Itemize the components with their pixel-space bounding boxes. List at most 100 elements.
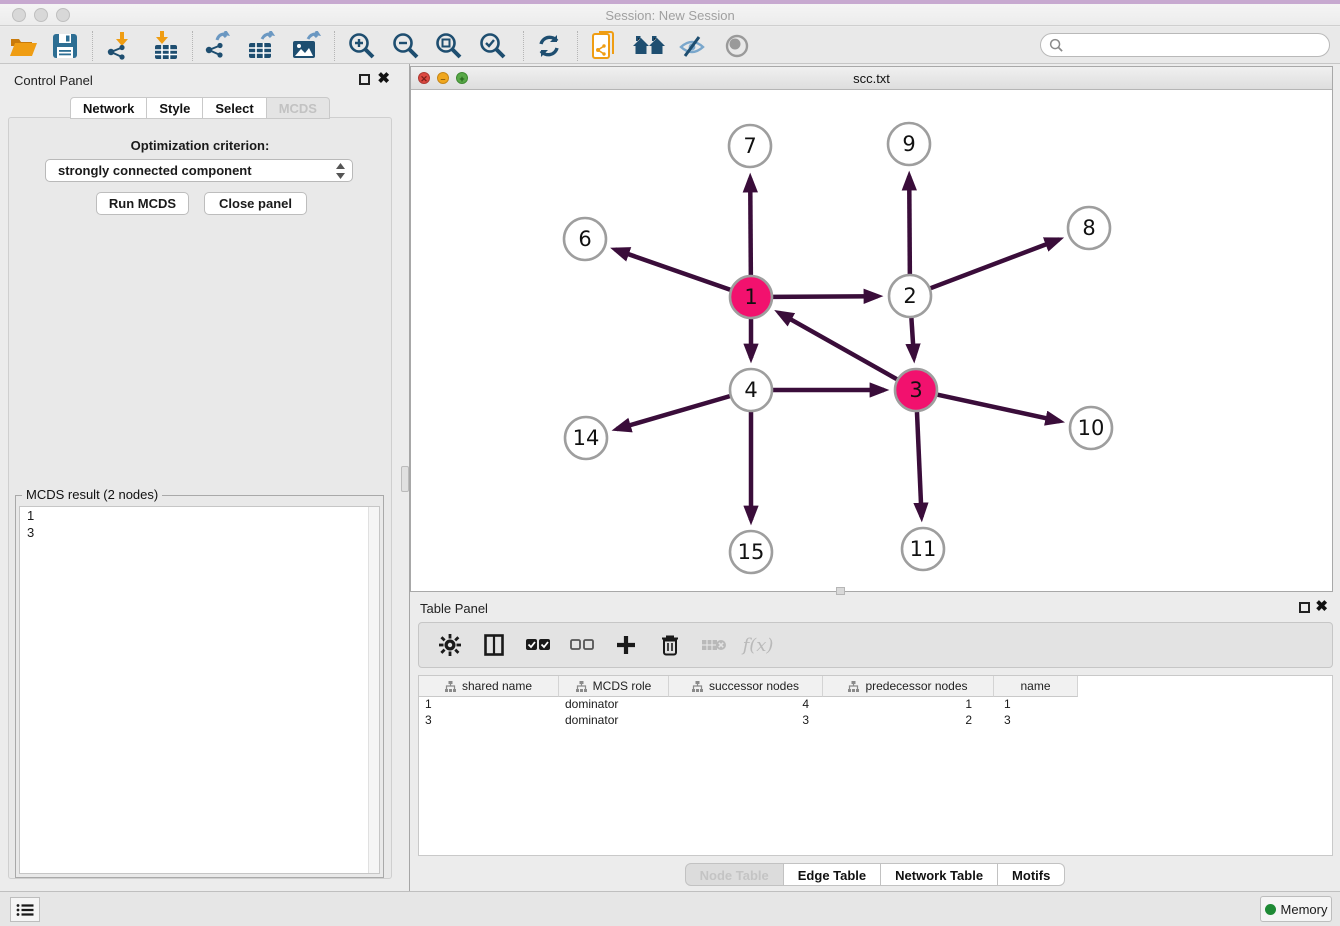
result-scrollbar[interactable] xyxy=(368,507,379,873)
add-row-button[interactable] xyxy=(611,630,641,660)
column-header-label: MCDS role xyxy=(593,679,652,693)
criterion-dropdown[interactable]: strongly connected component xyxy=(45,159,353,182)
mcds-panel: Optimization criterion: strongly connect… xyxy=(8,117,392,879)
horizontal-splitter-grip[interactable] xyxy=(836,587,845,595)
cell-successor-nodes[interactable]: 4 xyxy=(669,697,823,713)
mcds-result-list[interactable]: 13 xyxy=(19,506,380,874)
home-button[interactable] xyxy=(630,30,668,62)
edge-1-2[interactable] xyxy=(773,296,878,297)
close-table-panel-icon[interactable]: ✖ xyxy=(1315,599,1328,615)
zoom-out-button[interactable] xyxy=(387,30,425,62)
table-header-row: shared name MCDS role successor nodesprede… xyxy=(419,676,1332,697)
table-panel-title: Table Panel xyxy=(420,601,488,616)
edge-4-14[interactable] xyxy=(617,396,730,429)
list-icon xyxy=(16,903,34,917)
export-network-icon xyxy=(203,31,233,61)
export-network-button[interactable] xyxy=(199,30,237,62)
plus-icon xyxy=(615,634,637,656)
edge-3-1[interactable] xyxy=(779,313,897,379)
network-window-titlebar: ✕ – + scc.txt xyxy=(411,67,1332,90)
cell-mcds-role[interactable]: dominator xyxy=(559,713,669,729)
result-item[interactable]: 3 xyxy=(20,524,379,541)
tab-network[interactable]: Network xyxy=(70,97,147,119)
zoom-selected-button[interactable] xyxy=(474,30,512,62)
tab-motifs[interactable]: Motifs xyxy=(998,863,1065,886)
function-builder-button[interactable]: f(x) xyxy=(743,630,773,660)
cell-shared-name[interactable]: 3 xyxy=(419,713,559,729)
delete-row-button[interactable] xyxy=(655,630,685,660)
cell-successor-nodes[interactable]: 3 xyxy=(669,713,823,729)
toolbar-separator xyxy=(334,31,335,61)
table-settings-button[interactable] xyxy=(435,630,465,660)
export-table-button[interactable] xyxy=(243,30,281,62)
cell-predecessor-nodes[interactable]: 2 xyxy=(823,713,994,729)
table-row[interactable]: 3dominator323 xyxy=(419,713,1332,729)
hide-panel-button[interactable] xyxy=(673,30,711,62)
result-item[interactable]: 1 xyxy=(20,507,379,524)
import-table-button[interactable] xyxy=(147,30,185,62)
splitter-grip[interactable] xyxy=(401,466,409,492)
tab-network-table[interactable]: Network Table xyxy=(881,863,998,886)
network-canvas[interactable]: 1234678910111415 xyxy=(411,90,1332,591)
edge-3-11[interactable] xyxy=(917,412,922,517)
column-visibility-button[interactable] xyxy=(479,630,509,660)
cell-shared-name[interactable]: 1 xyxy=(419,697,559,713)
float-panel-icon[interactable] xyxy=(359,74,370,85)
column-header-shared-name[interactable]: shared name xyxy=(419,676,559,697)
tab-style[interactable]: Style xyxy=(147,97,203,119)
eye-slash-icon xyxy=(677,33,707,59)
edge-2-8[interactable] xyxy=(931,239,1060,288)
close-panel-icon[interactable]: ✖ xyxy=(377,71,390,87)
task-history-button[interactable] xyxy=(10,897,40,922)
tab-mcds[interactable]: MCDS xyxy=(267,97,330,119)
export-image-button[interactable] xyxy=(287,30,325,62)
memory-button[interactable]: Memory xyxy=(1260,896,1332,922)
column-header-successor-nodes[interactable]: successor nodes xyxy=(669,676,823,697)
run-mcds-button[interactable]: Run MCDS xyxy=(96,192,189,215)
close-panel-button[interactable]: Close panel xyxy=(204,192,307,215)
eye-icon xyxy=(722,33,752,59)
cell-name[interactable]: 1 xyxy=(994,697,1078,713)
save-session-button[interactable] xyxy=(46,30,84,62)
select-all-button[interactable] xyxy=(523,630,553,660)
zoom-fit-button[interactable] xyxy=(430,30,468,62)
attribute-icon xyxy=(445,681,456,692)
open-session-button[interactable] xyxy=(4,30,42,62)
delete-column-button[interactable] xyxy=(699,630,729,660)
show-panel-button[interactable] xyxy=(718,30,756,62)
column-header-predecessor-nodes[interactable]: predecessor nodes xyxy=(823,676,994,697)
toolbar-separator xyxy=(192,31,193,61)
network-graph[interactable]: 1234678910111415 xyxy=(411,90,1332,591)
cell-name[interactable]: 3 xyxy=(994,713,1078,729)
control-panel-title: Control Panel xyxy=(14,73,93,88)
home-icon xyxy=(631,33,667,59)
column-header-name[interactable]: name xyxy=(994,676,1078,697)
tab-node-table[interactable]: Node Table xyxy=(685,863,784,886)
tab-edge-table[interactable]: Edge Table xyxy=(784,863,881,886)
memory-label: Memory xyxy=(1281,902,1328,917)
zoom-in-button[interactable] xyxy=(343,30,381,62)
tab-select[interactable]: Select xyxy=(203,97,266,119)
node-table[interactable]: shared name MCDS role successor nodesprede… xyxy=(418,675,1333,856)
vertical-splitter[interactable] xyxy=(400,64,410,891)
cell-predecessor-nodes[interactable]: 1 xyxy=(823,697,994,713)
edge-1-7[interactable] xyxy=(750,178,751,275)
search-box[interactable] xyxy=(1040,33,1330,57)
edge-2-3[interactable] xyxy=(911,318,914,358)
table-row[interactable]: 1dominator411 xyxy=(419,697,1332,713)
node-label-11: 11 xyxy=(910,537,937,561)
import-network-button[interactable] xyxy=(101,30,139,62)
table-toolbar: f(x) xyxy=(418,622,1333,668)
edge-1-6[interactable] xyxy=(615,250,730,290)
clone-network-button[interactable] xyxy=(586,30,624,62)
search-input[interactable] xyxy=(1064,38,1314,53)
column-header-mcds-role[interactable]: MCDS role xyxy=(559,676,669,697)
edge-3-10[interactable] xyxy=(937,395,1059,422)
float-table-panel-icon[interactable] xyxy=(1299,602,1310,613)
cell-mcds-role[interactable]: dominator xyxy=(559,697,669,713)
deselect-all-button[interactable] xyxy=(567,630,597,660)
toolbar-separator xyxy=(577,31,578,61)
edge-2-9[interactable] xyxy=(909,176,910,274)
refresh-layout-button[interactable] xyxy=(530,30,568,62)
mcds-result-group: MCDS result (2 nodes) 13 xyxy=(15,495,384,878)
